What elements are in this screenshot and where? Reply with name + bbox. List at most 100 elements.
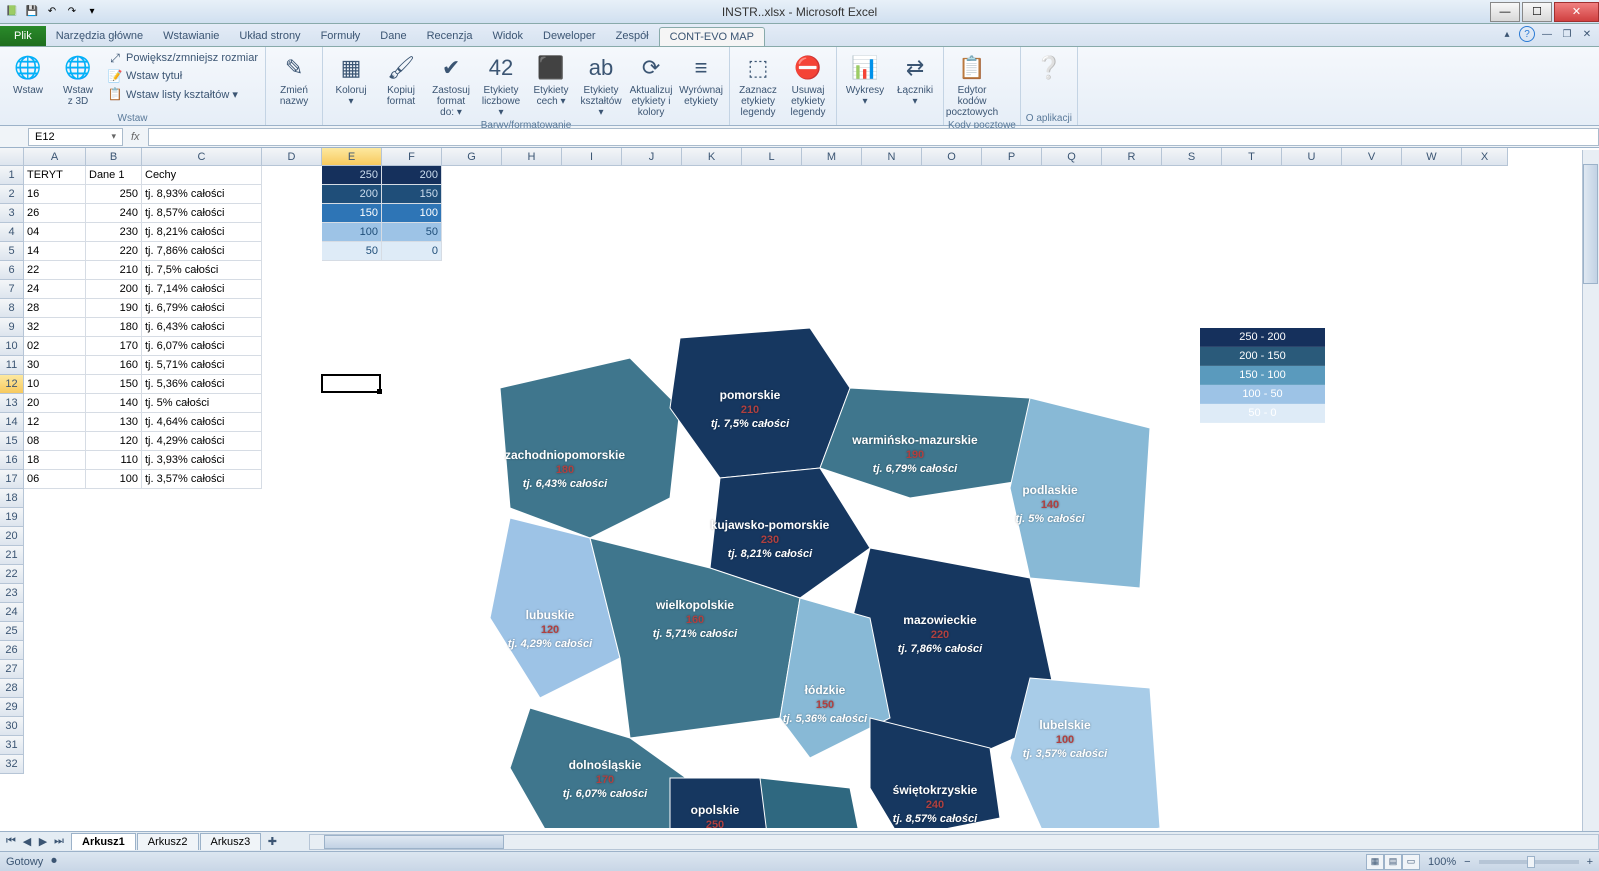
column-header-N[interactable]: N [862, 148, 922, 166]
row-header-6[interactable]: 6 [0, 261, 24, 280]
cell-C12[interactable]: tj. 5,36% całości [142, 375, 262, 394]
cell-B16[interactable]: 110 [86, 451, 142, 470]
row-header-12[interactable]: 12 [0, 375, 24, 394]
row-header-9[interactable]: 9 [0, 318, 24, 337]
row-header-4[interactable]: 4 [0, 223, 24, 242]
column-header-R[interactable]: R [1102, 148, 1162, 166]
cell-A12[interactable]: 10 [24, 375, 86, 394]
view-normal-button[interactable]: ▦ [1366, 854, 1384, 870]
cell-C16[interactable]: tj. 3,93% całości [142, 451, 262, 470]
row-header-23[interactable]: 23 [0, 584, 24, 603]
workbook-close-icon[interactable]: ✕ [1579, 26, 1595, 42]
cell-C3[interactable]: tj. 8,57% całości [142, 204, 262, 223]
cell-A9[interactable]: 32 [24, 318, 86, 337]
cell-B11[interactable]: 160 [86, 356, 142, 375]
edytorkod-button[interactable]: 📋Edytor kodówpocztowych [948, 49, 996, 120]
cell-B7[interactable]: 200 [86, 280, 142, 299]
sheet-nav-next-icon[interactable]: ▶ [36, 834, 50, 850]
cell-C2[interactable]: tj. 8,93% całości [142, 185, 262, 204]
cell-A7[interactable]: 24 [24, 280, 86, 299]
cell-A16[interactable]: 18 [24, 451, 86, 470]
cell-F2[interactable]: 150 [382, 185, 442, 204]
etlicz-button[interactable]: 42Etykietyliczbowe ▾ [477, 49, 525, 120]
cell-C11[interactable]: tj. 5,71% całości [142, 356, 262, 375]
tab-deweloper[interactable]: Deweloper [533, 27, 606, 46]
row-header-19[interactable]: 19 [0, 508, 24, 527]
region-warminsko-mazurskie[interactable] [820, 388, 1040, 498]
view-pagebreak-button[interactable]: ▭ [1402, 854, 1420, 870]
workbook-minimize-icon[interactable]: — [1539, 26, 1555, 42]
zoom-in-button[interactable]: + [1587, 856, 1593, 868]
row-header-17[interactable]: 17 [0, 470, 24, 489]
cell-C15[interactable]: tj. 4,29% całości [142, 432, 262, 451]
cell-C6[interactable]: tj. 7,5% całości [142, 261, 262, 280]
sheet-nav-first-icon[interactable]: ⏮ [4, 834, 18, 850]
cell-E4[interactable]: 100 [322, 223, 382, 242]
cell-A8[interactable]: 28 [24, 299, 86, 318]
cell-B2[interactable]: 250 [86, 185, 142, 204]
cell-A15[interactable]: 08 [24, 432, 86, 451]
cell-C9[interactable]: tj. 6,43% całości [142, 318, 262, 337]
zastosuj-button[interactable]: ✔Zastosujformat do: ▾ [427, 49, 475, 120]
column-header-P[interactable]: P [982, 148, 1042, 166]
sheet-tab-arkusz1[interactable]: Arkusz1 [71, 833, 136, 850]
aktual-button[interactable]: ⟳Aktualizujetykiety i kolory [627, 49, 675, 120]
row-header-10[interactable]: 10 [0, 337, 24, 356]
row-header-11[interactable]: 11 [0, 356, 24, 375]
cell-C13[interactable]: tj. 5% całości [142, 394, 262, 413]
etksz-button[interactable]: abEtykietykształtów ▾ [577, 49, 625, 120]
column-header-Q[interactable]: Q [1042, 148, 1102, 166]
wstawlisty-button[interactable]: 📋Wstaw listy kształtów ▾ [104, 85, 261, 103]
column-header-J[interactable]: J [622, 148, 682, 166]
cell-A4[interactable]: 04 [24, 223, 86, 242]
cell-B4[interactable]: 230 [86, 223, 142, 242]
row-header-13[interactable]: 13 [0, 394, 24, 413]
row-header-25[interactable]: 25 [0, 622, 24, 641]
zoom-slider-thumb[interactable] [1527, 856, 1535, 868]
row-header-31[interactable]: 31 [0, 736, 24, 755]
tab-formu-y[interactable]: Formuły [311, 27, 371, 46]
cell-B15[interactable]: 120 [86, 432, 142, 451]
macro-record-icon[interactable]: ⏺ [51, 855, 57, 868]
row-header-22[interactable]: 22 [0, 565, 24, 584]
cell-C14[interactable]: tj. 4,64% całości [142, 413, 262, 432]
view-layout-button[interactable]: ▤ [1384, 854, 1402, 870]
minimize-ribbon-icon[interactable]: ▴ [1499, 26, 1515, 42]
horizontal-scroll-thumb[interactable] [324, 835, 504, 849]
wstaw3d-button[interactable]: 🌐Wstawz 3D [54, 49, 102, 109]
cell-A2[interactable]: 16 [24, 185, 86, 204]
cell-B17[interactable]: 100 [86, 470, 142, 489]
select-all-corner[interactable] [0, 148, 24, 166]
cell-F5[interactable]: 0 [382, 242, 442, 261]
row-header-16[interactable]: 16 [0, 451, 24, 470]
cell-B13[interactable]: 140 [86, 394, 142, 413]
cell-C10[interactable]: tj. 6,07% całości [142, 337, 262, 356]
column-header-B[interactable]: B [86, 148, 142, 166]
maximize-button[interactable]: ☐ [1522, 2, 1552, 22]
wstaw-button[interactable]: 🌐Wstaw [4, 49, 52, 98]
koloruj-button[interactable]: ▦Koloruj▾ [327, 49, 375, 109]
cell-A11[interactable]: 30 [24, 356, 86, 375]
tab-file[interactable]: Plik [0, 26, 46, 46]
column-header-T[interactable]: T [1222, 148, 1282, 166]
name-box[interactable]: E12 ▾ [28, 128, 123, 146]
redo-icon[interactable]: ↷ [64, 4, 80, 20]
tab-dane[interactable]: Dane [370, 27, 416, 46]
cell-A13[interactable]: 20 [24, 394, 86, 413]
wstawtytul-button[interactable]: 📝Wstaw tytuł [104, 67, 261, 85]
cell-F1[interactable]: 200 [382, 166, 442, 185]
row-header-14[interactable]: 14 [0, 413, 24, 432]
laczniki-button[interactable]: ⇄Łączniki▾ [891, 49, 939, 109]
column-header-C[interactable]: C [142, 148, 262, 166]
region-podlaskie[interactable] [1010, 398, 1150, 588]
row-header-8[interactable]: 8 [0, 299, 24, 318]
cell-B1[interactable]: Dane 1 [86, 166, 142, 185]
column-header-H[interactable]: H [502, 148, 562, 166]
wyrownaj-button[interactable]: ≡Wyrównajetykiety [677, 49, 725, 109]
region-lubelskie[interactable] [1010, 678, 1160, 828]
cell-A3[interactable]: 26 [24, 204, 86, 223]
region-zachodniopomorskie[interactable] [500, 358, 680, 538]
row-header-3[interactable]: 3 [0, 204, 24, 223]
name-box-dropdown-icon[interactable]: ▾ [111, 131, 116, 142]
wykresy-button[interactable]: 📊Wykresy▾ [841, 49, 889, 109]
